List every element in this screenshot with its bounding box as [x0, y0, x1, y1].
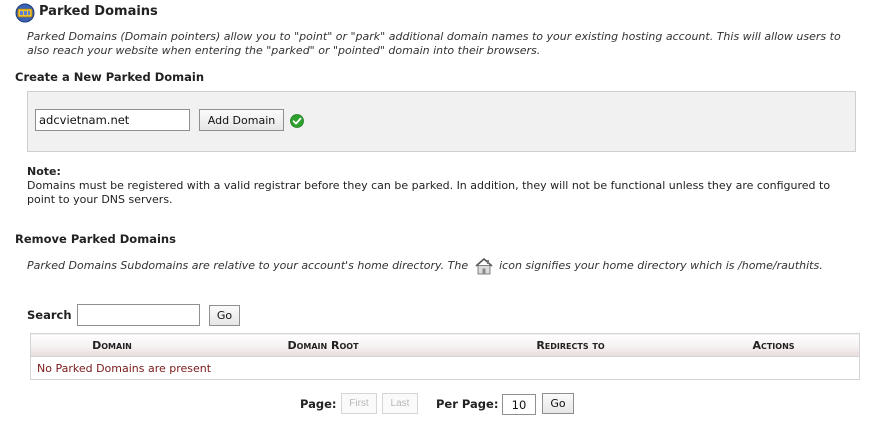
- last-page-button[interactable]: Last: [382, 393, 418, 414]
- new-domain-input[interactable]: [35, 109, 190, 131]
- table-header-row: Domain Domain Root Redirects to Actions: [30, 333, 860, 357]
- column-domain-root[interactable]: Domain Root: [193, 333, 453, 357]
- per-page-go-button[interactable]: Go: [542, 393, 574, 414]
- create-heading: Create a New Parked Domain: [15, 70, 205, 84]
- per-page-input[interactable]: [502, 394, 536, 415]
- parked-domains-icon: [15, 3, 35, 23]
- search-label: Search: [27, 308, 72, 322]
- column-actions: Actions: [688, 333, 860, 357]
- home-icon: [474, 257, 494, 275]
- intro-text: Parked Domains (Domain pointers) allow y…: [27, 30, 841, 57]
- table-row: No Parked Domains are present: [31, 357, 860, 380]
- remove-desc-before: Parked Domains Subdomains are relative t…: [27, 259, 469, 272]
- empty-message: No Parked Domains are present: [37, 361, 212, 375]
- per-page-label: Per Page:: [436, 397, 499, 411]
- parked-domains-table: Domain Domain Root Redirects to Actions …: [30, 333, 860, 380]
- page-title: Parked Domains: [39, 4, 158, 19]
- search-go-button[interactable]: Go: [209, 305, 240, 326]
- add-domain-button[interactable]: Add Domain: [199, 109, 284, 131]
- page-label: Page:: [300, 397, 337, 411]
- remove-desc-after: icon signifies your home directory which…: [499, 259, 823, 272]
- note-heading: Note:: [27, 165, 61, 178]
- valid-check-icon: [290, 114, 304, 128]
- note-text: Domains must be registered with a valid …: [27, 179, 831, 206]
- remove-heading: Remove Parked Domains: [15, 232, 176, 246]
- search-input[interactable]: [77, 304, 200, 326]
- column-domain[interactable]: Domain: [30, 333, 193, 357]
- remove-description: Parked Domains Subdomains are relative t…: [27, 257, 823, 275]
- first-page-button[interactable]: First: [341, 393, 377, 414]
- column-redirects-to[interactable]: Redirects to: [453, 333, 688, 357]
